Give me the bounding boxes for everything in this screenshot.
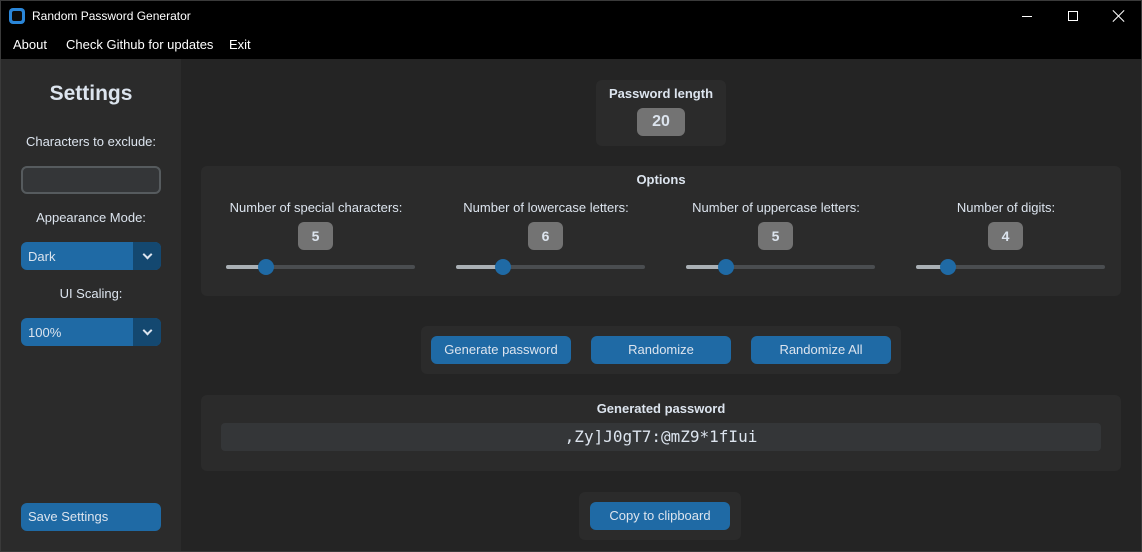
randomize-button[interactable]: Randomize (591, 336, 731, 364)
ui-scaling-dropdown[interactable]: 100% (21, 318, 161, 346)
lowercase-letters-slider[interactable] (456, 259, 645, 275)
special-characters-slider[interactable] (226, 259, 415, 275)
maximize-icon (1068, 11, 1078, 21)
option-value: 6 (528, 222, 563, 250)
slider-handle[interactable] (257, 259, 274, 275)
close-icon (1113, 10, 1125, 22)
generated-password-frame: Generated password ,Zy]J0gT7:@mZ9*1fIui (201, 395, 1121, 471)
appearance-mode-dropdown[interactable]: Dark (21, 242, 161, 270)
copy-frame: Copy to clipboard (579, 492, 741, 540)
password-length-title: Password length (608, 86, 714, 101)
generated-password-title: Generated password (596, 401, 726, 416)
menu-item-exit[interactable]: Exit (229, 37, 251, 52)
password-length-value: 20 (637, 108, 685, 136)
slider-handle[interactable] (940, 259, 957, 275)
maximize-button[interactable] (1050, 1, 1096, 31)
option-digits: Number of digits: 4 (891, 166, 1121, 296)
sidebar-title: Settings (49, 82, 133, 105)
save-settings-button[interactable]: Save Settings (21, 503, 161, 531)
window-title: Random Password Generator (32, 9, 191, 23)
option-label: Number of uppercase letters: (692, 200, 860, 215)
option-label: Number of digits: (956, 200, 1056, 215)
option-label: Number of special characters: (229, 200, 403, 215)
option-uppercase-letters: Number of uppercase letters: 5 (661, 166, 891, 296)
generate-password-button[interactable]: Generate password (431, 336, 571, 364)
menu-item-check-github[interactable]: Check Github for updates (66, 37, 213, 52)
option-value: 5 (758, 222, 793, 250)
chevron-down-icon (142, 249, 152, 259)
appearance-mode-label: Appearance Mode: (36, 210, 146, 225)
ui-scaling-value: 100% (28, 325, 62, 340)
uppercase-letters-slider[interactable] (686, 259, 875, 275)
ui-scaling-label: UI Scaling: (59, 286, 123, 301)
menu-item-about[interactable]: About (13, 37, 47, 52)
chevron-down-icon (142, 325, 152, 335)
menu-bar: About Check Github for updates Exit (0, 31, 1142, 59)
options-frame: Options Number of special characters: 5 … (201, 166, 1121, 296)
actions-frame: Generate password Randomize Randomize Al… (421, 326, 901, 374)
option-value: 4 (988, 222, 1023, 250)
exclude-characters-input[interactable] (21, 166, 161, 194)
option-lowercase-letters: Number of lowercase letters: 6 (431, 166, 661, 296)
exclude-characters-label: Characters to exclude: (25, 134, 157, 149)
appearance-dropdown-toggle[interactable] (133, 242, 161, 270)
minimize-button[interactable] (1004, 1, 1050, 31)
close-button[interactable] (1096, 1, 1142, 31)
randomize-all-button[interactable]: Randomize All (751, 336, 891, 364)
ui-scaling-dropdown-toggle[interactable] (133, 318, 161, 346)
title-bar: Random Password Generator (0, 0, 1142, 31)
password-length-frame: Password length 20 (596, 80, 726, 146)
appearance-mode-value: Dark (28, 249, 56, 264)
option-label: Number of lowercase letters: (463, 200, 629, 215)
minimize-icon (1022, 15, 1032, 17)
digits-slider[interactable] (916, 259, 1105, 275)
slider-handle[interactable] (717, 259, 734, 275)
settings-sidebar: Settings Characters to exclude: Appearan… (1, 59, 181, 551)
app-icon (9, 8, 25, 24)
option-special-characters: Number of special characters: 5 (201, 166, 431, 296)
slider-handle[interactable] (495, 259, 512, 275)
main-panel: Password length 20 Options Number of spe… (181, 59, 1141, 551)
option-value: 5 (298, 222, 333, 250)
copy-to-clipboard-button[interactable]: Copy to clipboard (590, 502, 730, 530)
generated-password-output[interactable]: ,Zy]J0gT7:@mZ9*1fIui (221, 423, 1101, 451)
